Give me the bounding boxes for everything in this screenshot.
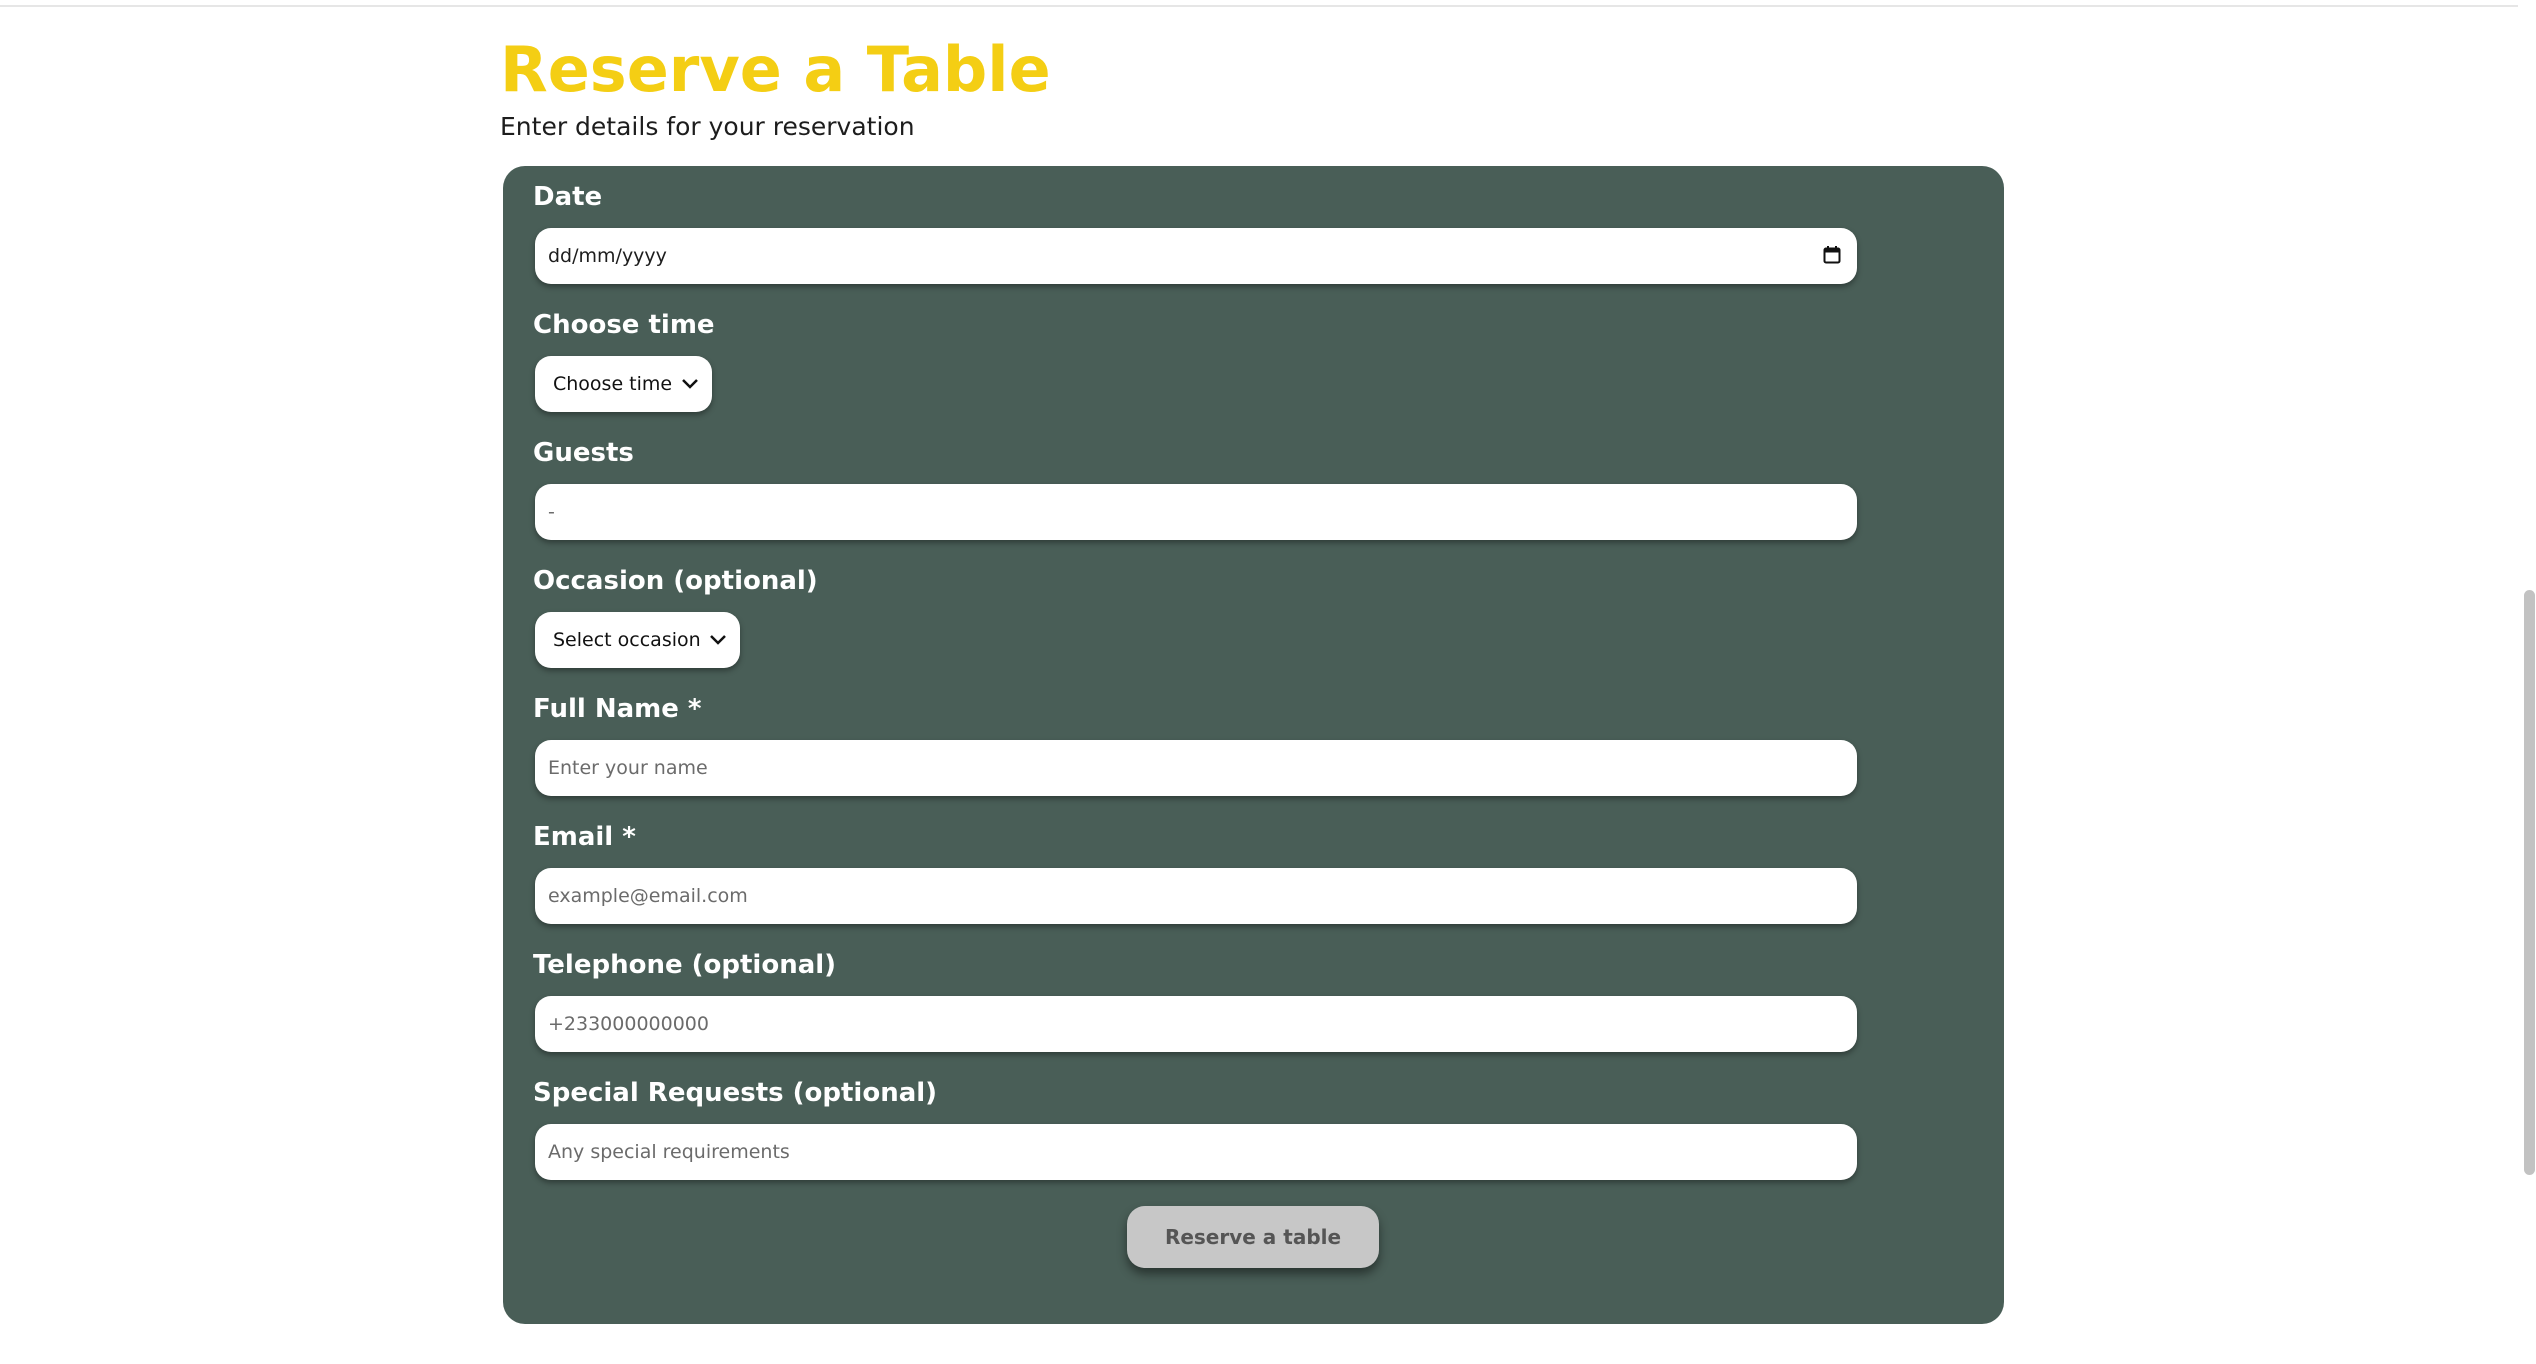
reserve-table-button[interactable]: Reserve a table [1127, 1206, 1379, 1268]
telephone-label: Telephone (optional) [533, 950, 837, 980]
page-subtitle: Enter details for your reservation [500, 112, 915, 141]
time-select-value: Choose time [553, 373, 673, 395]
full-name-label: Full Name * [533, 694, 702, 724]
scrollbar-thumb[interactable] [2524, 590, 2535, 1175]
date-label: Date [533, 182, 603, 212]
telephone-placeholder: +233000000000 [548, 1013, 709, 1035]
guests-input[interactable]: - [535, 484, 1857, 540]
special-requests-input[interactable]: Any special requirements [535, 1124, 1857, 1180]
date-input[interactable]: dd/mm/yyyy [535, 228, 1857, 284]
special-requests-label: Special Requests (optional) [533, 1078, 938, 1108]
special-requests-placeholder: Any special requirements [548, 1141, 790, 1163]
email-input[interactable]: example@email.com [535, 868, 1857, 924]
occasion-select-value: Select occasion [553, 629, 701, 651]
reservation-form: Date dd/mm/yyyy Choose time Choose time … [503, 166, 2004, 1324]
telephone-input[interactable]: +233000000000 [535, 996, 1857, 1052]
chevron-down-icon [710, 635, 726, 645]
guests-label: Guests [533, 438, 634, 468]
calendar-icon[interactable] [1823, 246, 1841, 264]
guests-input-value: - [548, 501, 555, 523]
occasion-label: Occasion (optional) [533, 566, 818, 596]
full-name-input[interactable]: Enter your name [535, 740, 1857, 796]
time-label: Choose time [533, 310, 715, 340]
email-placeholder: example@email.com [548, 885, 748, 907]
email-label: Email * [533, 822, 636, 852]
occasion-select[interactable]: Select occasion [535, 612, 740, 668]
full-name-placeholder: Enter your name [548, 757, 708, 779]
chevron-down-icon [682, 379, 698, 389]
page-title: Reserve a Table [500, 33, 1051, 106]
date-input-value: dd/mm/yyyy [548, 245, 667, 267]
time-select[interactable]: Choose time [535, 356, 712, 412]
page-scrollbar[interactable] [2522, 0, 2536, 1364]
top-divider [0, 0, 2518, 7]
page-header: Reserve a Table Enter details for your r… [500, 30, 1051, 144]
